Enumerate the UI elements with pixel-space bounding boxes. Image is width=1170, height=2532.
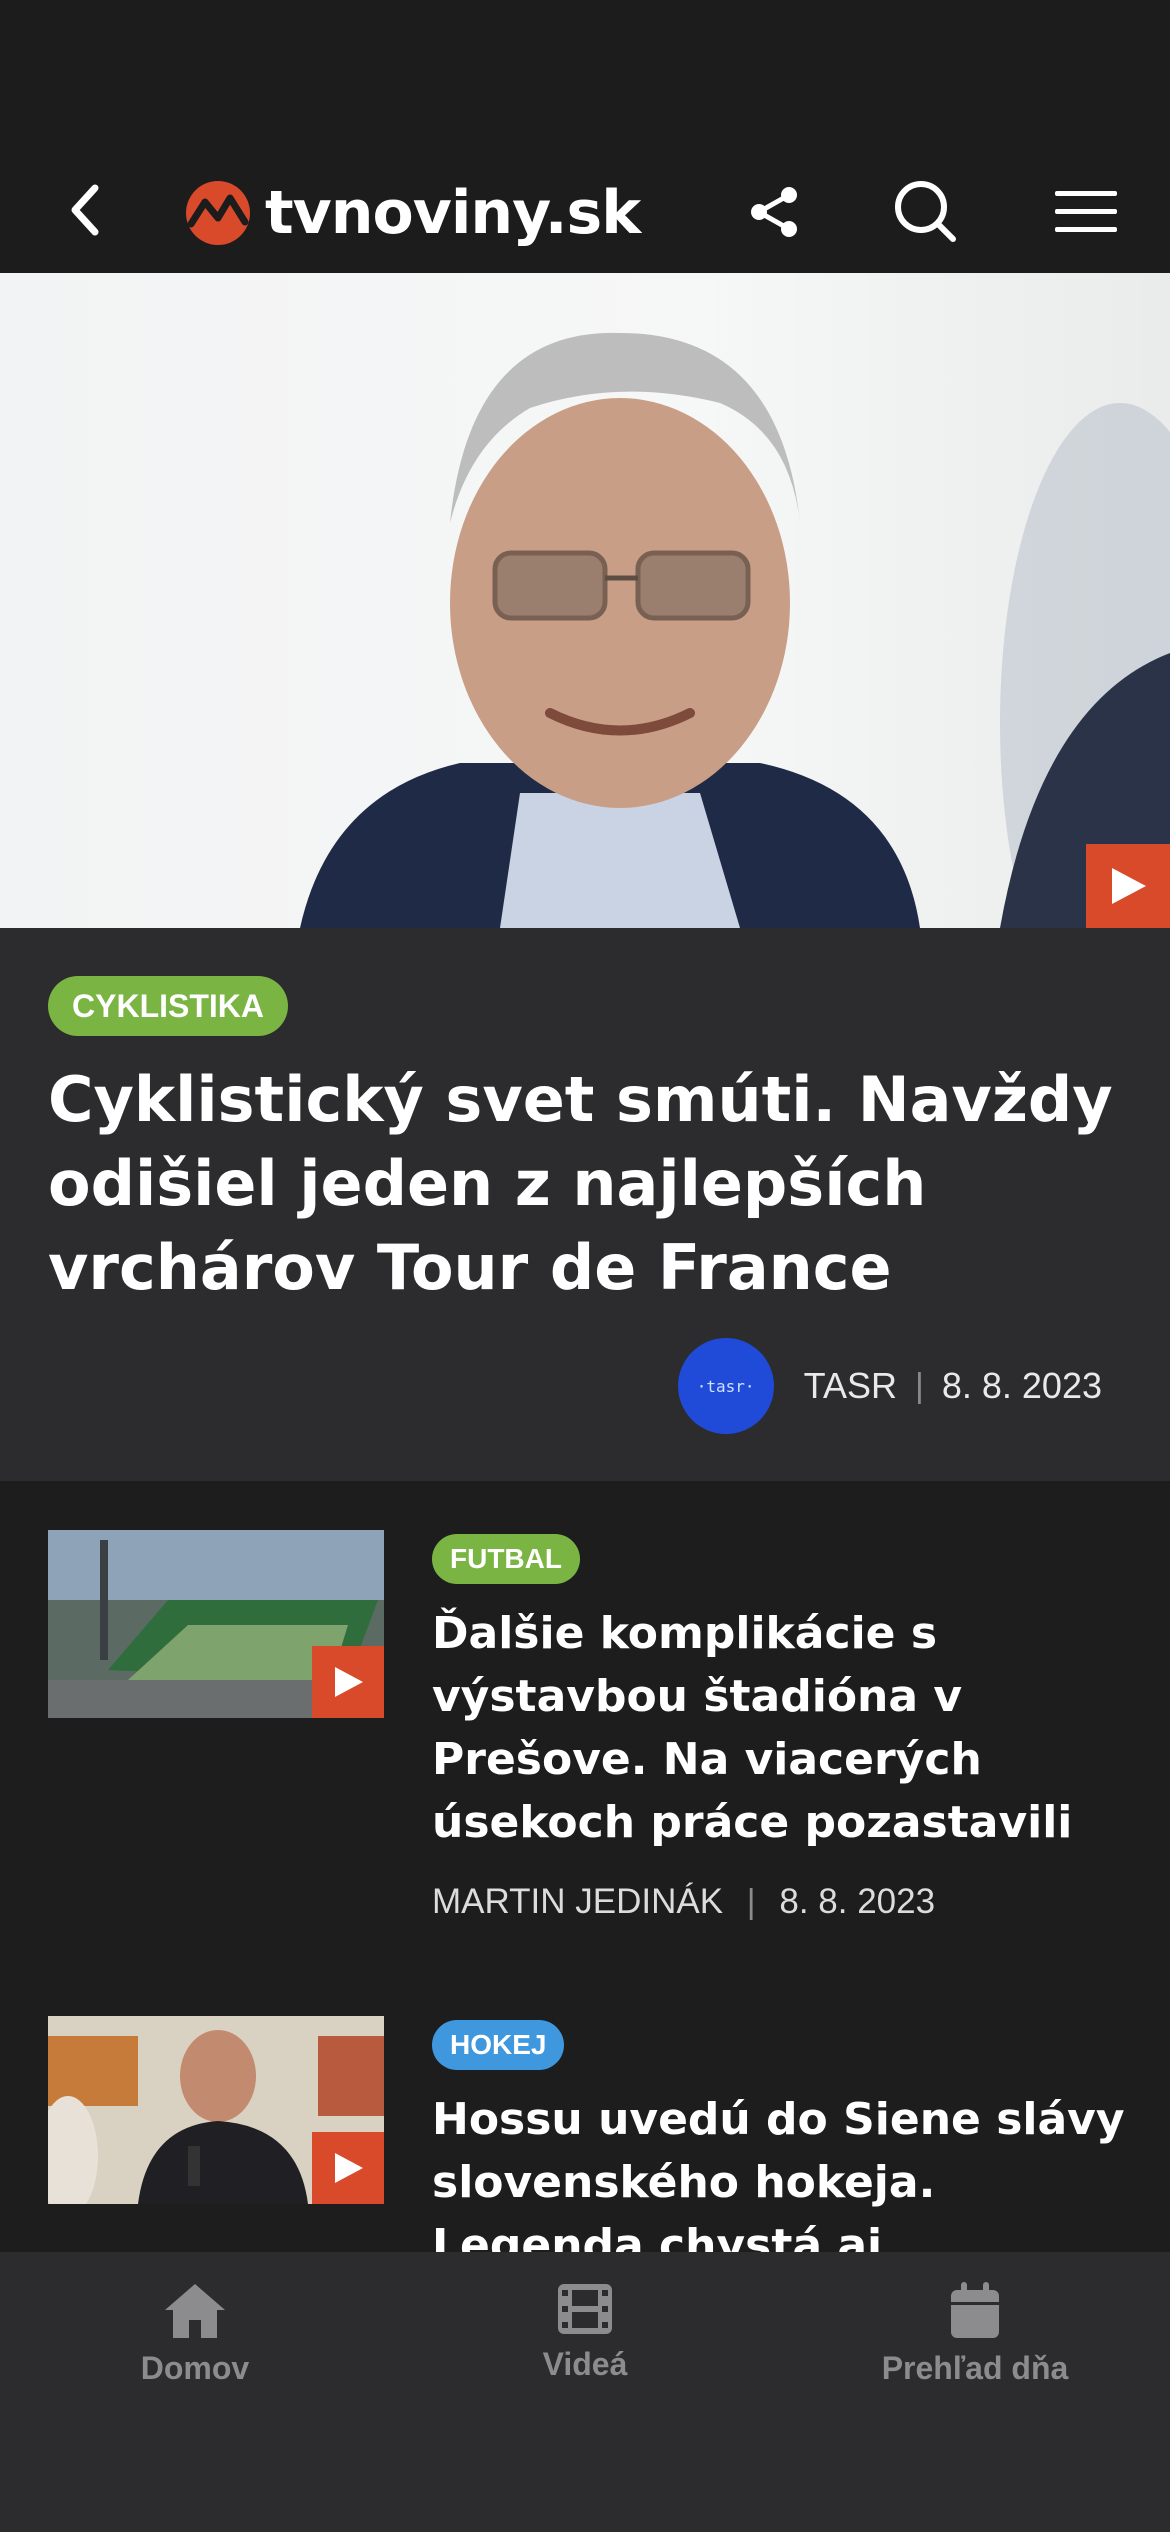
category-tag[interactable]: HOKEJ xyxy=(432,2020,565,2070)
video-play-badge[interactable] xyxy=(312,2132,384,2204)
nav-item-daily-overview[interactable]: Prehľad dňa xyxy=(825,2282,1125,2387)
share-button[interactable] xyxy=(740,172,810,252)
hero-photo-illustration xyxy=(300,332,1170,928)
film-icon xyxy=(558,2284,612,2334)
nav-label: Domov xyxy=(140,2350,250,2386)
article-date: 8. 8. 2023 xyxy=(941,1365,1102,1406)
menu-button[interactable] xyxy=(1050,172,1122,252)
category-tag[interactable]: CYKLISTIKA xyxy=(48,976,288,1036)
logo-mark-icon xyxy=(186,181,250,245)
article-thumbnail[interactable] xyxy=(48,2016,384,2204)
article-list-item[interactable]: FUTBAL Ďalšie komplikácie s výstavbou št… xyxy=(0,1530,1170,1950)
article-date: 8. 8. 2023 xyxy=(779,1882,936,1921)
share-icon xyxy=(751,187,797,237)
article-meta: MARTIN JEDINÁK | 8. 8. 2023 xyxy=(432,1882,935,1922)
nav-label: Videá xyxy=(542,2346,628,2382)
meta-separator: | xyxy=(915,1366,924,1405)
meta-separator: | xyxy=(746,1883,756,1921)
top-app-bar: tvnoviny.sk xyxy=(0,150,1170,273)
status-bar xyxy=(0,0,1170,150)
article-title[interactable]: Hossu uvedú do Siene slávy slovenského h… xyxy=(432,2088,1132,2252)
author-name: TASR xyxy=(803,1365,898,1406)
chevron-left-icon xyxy=(71,184,99,236)
hero-article-card[interactable]: CYKLISTIKA Cyklistický svet smúti. Navžd… xyxy=(0,928,1170,1481)
video-play-badge[interactable] xyxy=(1086,844,1170,928)
play-icon xyxy=(335,1667,363,1697)
logo-text: tvnoviny.sk xyxy=(265,178,641,248)
hero-article-title[interactable]: Cyklistický svet smúti. Navždy odišiel j… xyxy=(48,1058,1128,1310)
calendar-icon xyxy=(951,2282,999,2338)
home-icon xyxy=(165,2284,225,2338)
hamburger-menu-icon xyxy=(1055,191,1117,232)
search-button[interactable] xyxy=(885,168,965,254)
article-meta: ·tasr· TASR | 8. 8. 2023 xyxy=(677,1338,1102,1434)
back-button[interactable] xyxy=(55,170,115,250)
bottom-navigation: Domov Videá Prehľad dňa xyxy=(0,2252,1170,2532)
article-title[interactable]: Ďalšie komplikácie s výstavbou štadióna … xyxy=(432,1602,1132,1854)
nav-item-videos[interactable]: Videá xyxy=(435,2282,735,2383)
video-play-badge[interactable] xyxy=(312,1646,384,1718)
nav-item-home[interactable]: Domov xyxy=(45,2282,345,2387)
site-logo[interactable]: tvnoviny.sk xyxy=(185,168,641,258)
nav-label: Prehľad dňa xyxy=(881,2350,1069,2386)
play-icon xyxy=(335,2153,363,2183)
search-icon xyxy=(895,181,956,242)
hero-article-image[interactable] xyxy=(0,273,1170,928)
article-list-item[interactable]: HOKEJ Hossu uvedú do Siene slávy slovens… xyxy=(0,2016,1170,2252)
article-thumbnail[interactable] xyxy=(48,1530,384,1718)
author-name: MARTIN JEDINÁK xyxy=(432,1882,724,1921)
source-avatar: ·tasr· xyxy=(677,1338,774,1434)
category-tag[interactable]: FUTBAL xyxy=(432,1534,580,1584)
play-icon xyxy=(1112,868,1146,904)
